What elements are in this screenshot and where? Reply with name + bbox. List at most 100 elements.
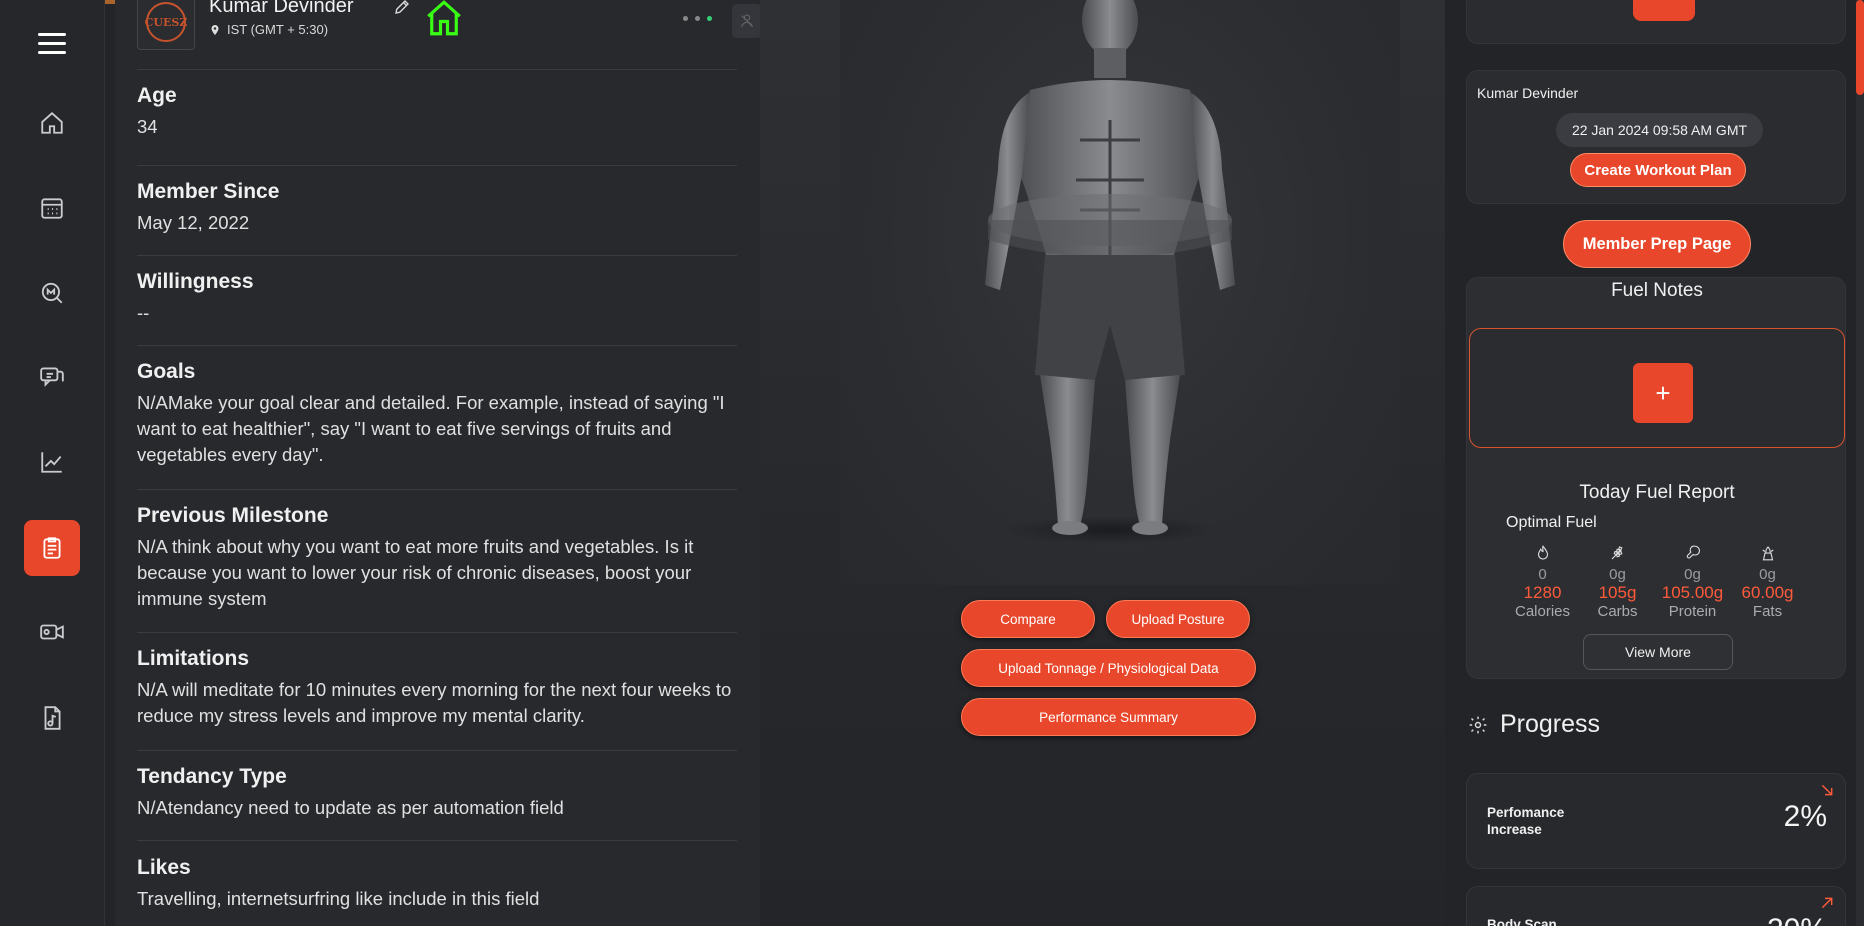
fuel-current: 0 (1538, 566, 1547, 583)
field-label: Previous Milestone (137, 504, 329, 527)
club-logo: CUESZ (137, 0, 195, 50)
progress-title: Progress (1500, 710, 1601, 738)
compare-button[interactable]: Compare (961, 600, 1095, 638)
progress-card-performance[interactable]: Perfomance Increase 2% (1466, 773, 1846, 869)
top-card-button[interactable] (1633, 0, 1695, 21)
drumstick-icon (1686, 545, 1700, 559)
member-prep-button[interactable]: Member Prep Page (1563, 220, 1751, 268)
field-limitations: Limitations N/A will meditate for 10 min… (137, 647, 737, 751)
optimal-fuel-label: Optimal Fuel (1506, 514, 1597, 531)
upload-tonnage-button[interactable]: Upload Tonnage / Physiological Data (961, 649, 1256, 687)
home-status-icon[interactable] (423, 0, 465, 40)
performance-summary-button[interactable]: Performance Summary (961, 698, 1256, 736)
today-fuel-title: Today Fuel Report (1579, 482, 1735, 503)
fuel-notes-title: Fuel Notes (1611, 280, 1703, 301)
field-willingness: Willingness -- (137, 270, 737, 346)
fuel-label: Calories (1514, 603, 1571, 620)
field-value: Travelling, internetsurfring like includ… (137, 888, 540, 909)
field-value: N/AMake your goal clear and detailed. Fo… (137, 392, 725, 465)
sidebar-item-home[interactable] (24, 95, 80, 151)
create-workout-button[interactable]: Create Workout Plan (1570, 153, 1746, 187)
sidebar-item-video[interactable] (24, 604, 80, 660)
field-tendancy-type: Tendancy Type N/Atendancy need to update… (137, 765, 737, 841)
progress-label-line1: Perfomance (1487, 805, 1565, 820)
sidebar-item-analytics[interactable] (24, 434, 80, 490)
user-icon (741, 14, 753, 28)
trend-up-icon (1821, 897, 1833, 909)
fuel-current: 0g (1609, 566, 1626, 583)
logo-text: CUESZ (145, 2, 187, 42)
fuel-stat-fats: 0g 60.00g Fats (1730, 544, 1805, 621)
fuel-stat-calories: 0 1280 Calories (1505, 544, 1580, 621)
fuel-label: Carbs (1597, 603, 1638, 620)
field-label: Likes (137, 856, 191, 879)
field-value: May 12, 2022 (137, 212, 250, 233)
field-value: 34 (137, 116, 158, 137)
profile-panel: CUESZ Kumar Devinder IST (GMT + 5:30) Ag… (115, 0, 762, 926)
progress-label: Perfomance Increase (1487, 804, 1564, 838)
home-icon (41, 112, 63, 134)
fuel-current: 0g (1684, 566, 1701, 583)
chart-icon (41, 452, 62, 473)
scrollbar-thumb[interactable] (1856, 0, 1864, 95)
field-label: Willingness (137, 270, 254, 293)
body-model-panel: Compare Upload Posture Upload Tonnage / … (760, 0, 1445, 926)
top-card (1466, 0, 1846, 44)
field-label: Tendancy Type (137, 765, 287, 788)
upload-posture-button[interactable]: Upload Posture (1106, 600, 1250, 638)
field-previous-milestone: Previous Milestone N/A think about why y… (137, 504, 737, 633)
fuel-label: Protein (1668, 603, 1717, 620)
field-label: Age (137, 84, 177, 107)
status-dots (683, 16, 712, 21)
progress-label-line2: Increase (1487, 822, 1542, 837)
member-name-small: Kumar Devinder (1477, 85, 1579, 101)
body-model-stage (840, 0, 1400, 585)
music-file-icon (44, 706, 61, 730)
sidebar-item-calendar[interactable] (24, 180, 80, 236)
sidebar (0, 0, 105, 926)
calendar-icon (41, 198, 63, 219)
chat-icon (40, 367, 64, 387)
trend-down-icon (1821, 784, 1833, 796)
user-action-button[interactable] (732, 4, 762, 38)
field-value: N/A will meditate for 10 minutes every m… (137, 679, 732, 726)
fuel-stat-carbs: 0g 105g Carbs (1580, 544, 1655, 621)
member-name: Kumar Devinder (209, 0, 354, 17)
progress-card-body-scan[interactable]: Body Scan 20% (1466, 886, 1846, 926)
sidebar-item-notes[interactable] (24, 520, 80, 576)
page-scrollbar[interactable] (1856, 0, 1864, 926)
location-pin-icon (211, 24, 219, 35)
field-value: N/Atendancy need to update as per automa… (137, 797, 564, 818)
timezone-text: IST (GMT + 5:30) (227, 22, 329, 37)
session-datetime: 22 Jan 2024 09:58 AM GMT (1556, 113, 1763, 147)
edit-icon[interactable] (393, 0, 411, 16)
fuel-target: 1280 (1523, 583, 1562, 602)
fuel-stats: 0 1280 Calories 0g 105g Carbs 0g 105.00g… (1505, 544, 1805, 621)
field-label: Goals (137, 360, 196, 383)
video-icon (40, 624, 64, 640)
wheat-icon (1611, 546, 1622, 560)
field-value: -- (137, 302, 150, 323)
fuel-target: 105.00g (1661, 583, 1724, 602)
field-member-since: Member Since May 12, 2022 (137, 180, 737, 256)
sidebar-item-messages[interactable] (24, 348, 80, 404)
fuel-current: 0g (1759, 566, 1776, 583)
fuel-label: Fats (1752, 603, 1783, 620)
fuel-target: 60.00g (1741, 583, 1794, 602)
sidebar-item-search[interactable] (24, 265, 80, 321)
view-more-button[interactable]: View More (1583, 634, 1733, 670)
menu-icon[interactable] (38, 33, 66, 57)
right-panel: Kumar Devinder 22 Jan 2024 09:58 AM GMT … (1466, 0, 1846, 926)
profile-header: CUESZ Kumar Devinder IST (GMT + 5:30) (137, 0, 762, 70)
field-goals: Goals N/AMake your goal clear and detail… (137, 360, 737, 490)
flame-icon (1537, 545, 1548, 560)
add-note-button[interactable]: + (1633, 363, 1693, 423)
progress-label: Body Scan (1487, 917, 1557, 926)
fuel-stat-protein: 0g 105.00g Protein (1655, 544, 1730, 621)
field-label: Member Since (137, 180, 280, 203)
progress-value: 2% (1783, 800, 1827, 833)
timezone: IST (GMT + 5:30) (209, 22, 328, 37)
sidebar-item-music[interactable] (24, 690, 80, 746)
clipboard-icon (43, 537, 61, 559)
field-label: Limitations (137, 647, 250, 670)
